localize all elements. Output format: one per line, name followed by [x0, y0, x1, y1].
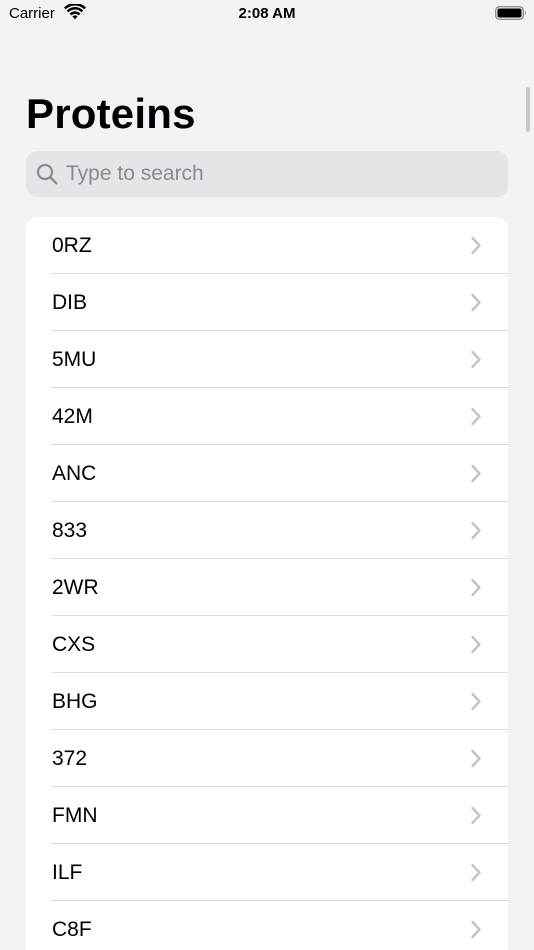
- chevron-right-icon: [471, 350, 481, 369]
- page-title: Proteins: [26, 90, 196, 137]
- chevron-right-icon: [471, 863, 481, 882]
- protein-row[interactable]: ANC: [26, 445, 508, 502]
- protein-label: ANC: [52, 462, 97, 485]
- protein-label: 5MU: [52, 348, 97, 371]
- protein-label: 42M: [52, 405, 93, 428]
- chevron-right-icon: [471, 521, 481, 540]
- protein-row[interactable]: DIB: [26, 274, 508, 331]
- scroll-indicator[interactable]: [526, 87, 530, 132]
- chevron-right-icon: [471, 236, 481, 255]
- chevron-right-icon: [471, 293, 481, 312]
- protein-row[interactable]: 2WR: [26, 559, 508, 616]
- protein-row[interactable]: ILF: [26, 844, 508, 901]
- chevron-right-icon: [471, 692, 481, 711]
- chevron-right-icon: [471, 578, 481, 597]
- protein-row[interactable]: 5MU: [26, 331, 508, 388]
- screen: Carrier 2:08 AM Proteins 0RZ DIB 5MU 42M ANC…: [0, 0, 534, 950]
- chevron-right-icon: [471, 806, 481, 825]
- protein-label: BHG: [52, 690, 98, 713]
- chevron-right-icon: [471, 749, 481, 768]
- clock: 2:08 AM: [238, 5, 296, 22]
- battery-icon: [495, 6, 526, 20]
- protein-row[interactable]: FMN: [26, 787, 508, 844]
- protein-label: C8F: [52, 918, 92, 941]
- protein-label: 2WR: [52, 576, 99, 599]
- protein-row[interactable]: C8F: [26, 901, 508, 950]
- protein-row[interactable]: CXS: [26, 616, 508, 673]
- protein-row[interactable]: 0RZ: [26, 217, 508, 274]
- protein-label: DIB: [52, 291, 88, 314]
- protein-label: FMN: [52, 804, 98, 827]
- chevron-right-icon: [471, 464, 481, 483]
- protein-label: ILF: [52, 861, 83, 884]
- chevron-right-icon: [471, 635, 481, 654]
- protein-label: 0RZ: [52, 234, 92, 257]
- protein-label: 833: [52, 519, 88, 542]
- protein-label: 372: [52, 747, 88, 770]
- chevron-right-icon: [471, 920, 481, 939]
- protein-row[interactable]: 372: [26, 730, 508, 787]
- status-bar: Carrier 2:08 AM: [0, 0, 534, 28]
- protein-list: 0RZ DIB 5MU 42M ANC 833 2WR CXS BHG 372 FMN ILF C8F: [26, 217, 508, 950]
- protein-row[interactable]: 833: [26, 502, 508, 559]
- protein-row[interactable]: 42M: [26, 388, 508, 445]
- search-input[interactable]: [66, 151, 496, 197]
- search-icon: [36, 163, 58, 185]
- protein-label: CXS: [52, 633, 96, 656]
- protein-row[interactable]: BHG: [26, 673, 508, 730]
- search-field[interactable]: [26, 151, 508, 197]
- chevron-right-icon: [471, 407, 481, 426]
